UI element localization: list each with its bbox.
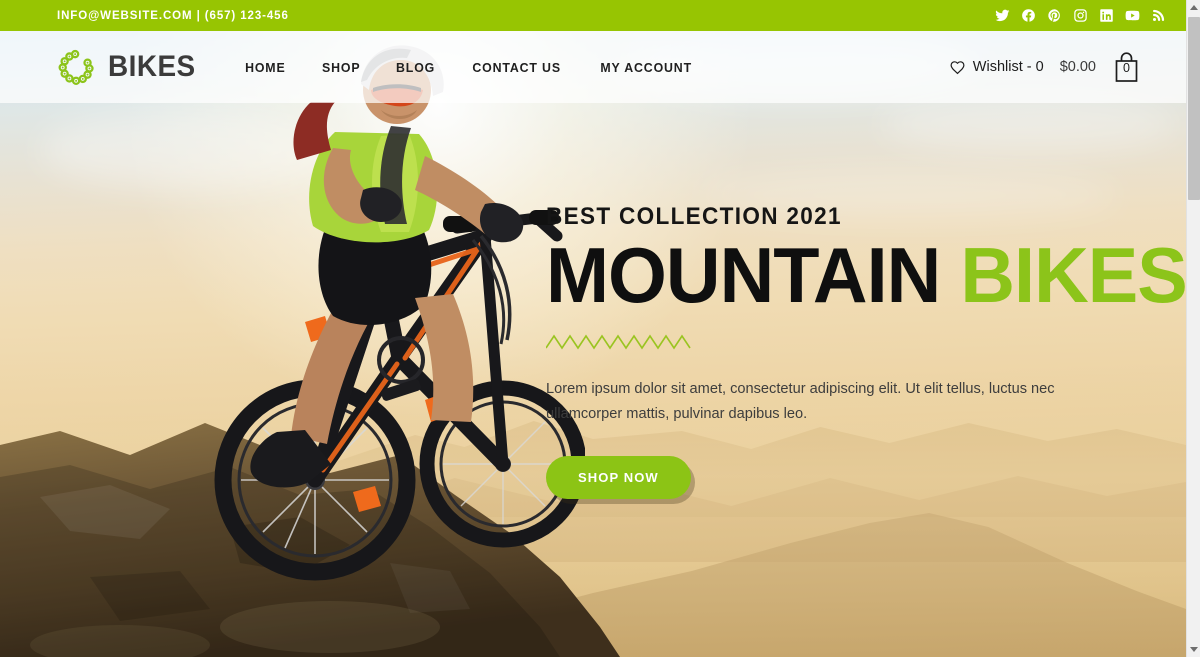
twitter-icon[interactable]	[994, 8, 1010, 24]
youtube-icon[interactable]	[1124, 8, 1140, 24]
logo-text: BIKES	[108, 50, 196, 83]
scroll-up-arrow-icon[interactable]	[1187, 0, 1200, 15]
linkedin-icon[interactable]	[1098, 8, 1114, 24]
nav-item-my-account[interactable]: MY ACCOUNT	[600, 60, 692, 75]
contact-info: INFO@WEBSITE.COM | (657) 123-456	[57, 9, 289, 22]
main-navigation: HOME SHOP BLOG CONTACT US MY ACCOUNT	[244, 60, 694, 75]
header-actions: Wishlist - 0 $0.00 0	[949, 51, 1141, 83]
nav-item-shop[interactable]: SHOP	[322, 60, 360, 75]
pinterest-icon[interactable]	[1046, 8, 1062, 24]
cloud-shape	[880, 95, 1180, 153]
scrollbar-thumb[interactable]	[1188, 17, 1200, 200]
scroll-down-arrow-icon[interactable]	[1187, 642, 1200, 657]
hero-headline: MOUNTAIN BIKES	[546, 236, 1186, 314]
facebook-icon[interactable]	[1020, 8, 1036, 24]
page-root: INFO@WEBSITE.COM | (657) 123-456 BIKES H…	[0, 0, 1186, 657]
site-header: BIKES HOME SHOP BLOG CONTACT US MY ACCOU…	[0, 31, 1186, 103]
cart-total: $0.00	[1059, 59, 1096, 75]
top-contact-bar: INFO@WEBSITE.COM | (657) 123-456	[0, 0, 1186, 31]
mountain-biker	[214, 45, 585, 581]
hero-paragraph: Lorem ipsum dolor sit amet, consectetur …	[546, 381, 1055, 423]
shop-now-button[interactable]: SHOP NOW	[546, 456, 691, 500]
site-logo[interactable]: BIKES	[57, 46, 202, 88]
bike-chain-icon	[58, 49, 94, 86]
rss-icon[interactable]	[1150, 8, 1166, 24]
social-links	[994, 8, 1166, 24]
heart-icon	[949, 59, 966, 76]
hero-headline-dark: MOUNTAIN	[546, 231, 941, 319]
nav-item-home[interactable]: HOME	[245, 60, 285, 75]
cart-button[interactable]: 0	[1112, 51, 1141, 83]
hero-eyebrow: BEST COLLECTION 2021	[546, 203, 842, 230]
wishlist-link[interactable]: Wishlist - 0	[949, 59, 1044, 76]
instagram-icon[interactable]	[1072, 8, 1088, 24]
hero-content: BEST COLLECTION 2021 MOUNTAIN BIKES Lore…	[545, 203, 1186, 500]
nav-item-contact-us[interactable]: CONTACT US	[473, 60, 562, 75]
wishlist-label: Wishlist - 0	[972, 59, 1044, 75]
cart-count: 0	[1123, 60, 1130, 75]
nav-item-blog[interactable]: BLOG	[396, 60, 435, 75]
hero-headline-accent: BIKES	[960, 231, 1186, 319]
zigzag-divider	[545, 334, 691, 350]
vertical-scrollbar[interactable]	[1186, 0, 1200, 657]
